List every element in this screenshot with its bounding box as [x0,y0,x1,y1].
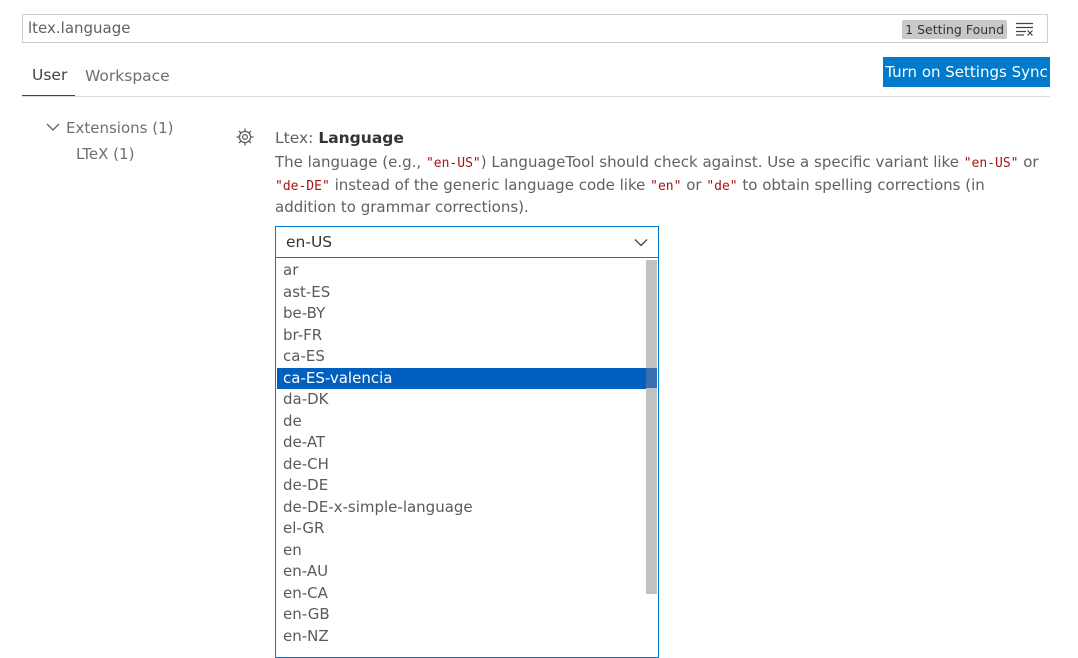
desc-text: instead of the generic language code lik… [329,175,651,194]
desc-code: "en" [650,178,682,194]
dropdown-option[interactable]: en-AU [277,561,657,582]
dropdown-option[interactable]: de-DE-x-simple-language [277,497,657,518]
desc-code: "en-US" [963,156,1019,171]
desc-text: or [1018,153,1039,171]
dropdown-option[interactable]: en-NZ [277,626,657,647]
tabs-divider [22,96,1050,97]
dropdown-option[interactable]: ast-ES [277,282,657,303]
turn-on-settings-sync-button[interactable]: Turn on Settings Sync [883,57,1050,87]
dropdown-option[interactable]: ca-ES [277,346,657,367]
dropdown-option[interactable]: en-CA [277,583,657,604]
dropdown-option[interactable]: be-BY [277,303,657,324]
dropdown-option[interactable]: en-GB [277,604,657,625]
dropdown-option[interactable]: ar [277,260,657,281]
dropdown-option[interactable]: en [277,540,657,561]
settings-search-input[interactable] [28,15,888,42]
setting-category: Ltex: [275,129,319,147]
desc-code: "de" [706,178,738,194]
setting-description: The language (e.g., "en-US") LanguageToo… [275,152,1040,219]
settings-search-box[interactable]: 1 Setting Found [22,14,1048,43]
gear-icon[interactable] [235,127,255,147]
desc-text: The language (e.g., [275,153,426,171]
desc-code: "de-DE" [275,178,330,194]
dropdown-option[interactable]: de [277,411,657,432]
results-count-badge: 1 Setting Found [902,20,1007,39]
dropdown-scrollbar[interactable] [646,260,657,594]
setting-name: Language [318,129,404,147]
toc-ltex[interactable]: LTeX (1) [76,145,134,163]
setting-title: Ltex: Language [275,129,404,147]
chevron-down-icon [634,239,648,247]
clear-filter-icon[interactable] [1016,22,1034,36]
chevron-down-icon[interactable] [46,122,60,132]
dropdown-option[interactable]: de-AT [277,432,657,453]
language-select[interactable]: en-US [275,226,659,258]
desc-code: "en-US" [425,156,481,171]
dropdown-option[interactable]: de-CH [277,454,657,475]
desc-text: or [681,175,707,194]
dropdown-option-highlighted[interactable]: ca-ES-valencia [277,367,657,389]
language-select-value: en-US [286,233,333,251]
toc-extensions[interactable]: Extensions (1) [66,119,173,137]
dropdown-option[interactable]: de-DE [277,475,657,496]
scrollbar-selection-marker [646,368,657,388]
dropdown-option[interactable]: br-FR [277,325,657,346]
tab-user[interactable]: User [32,66,67,84]
desc-text: ) LanguageTool should check against. Use… [480,153,964,171]
dropdown-option[interactable]: el-GR [277,518,657,539]
dropdown-option[interactable]: da-DK [277,389,657,410]
language-dropdown-list[interactable]: ar ast-ES be-BY br-FR ca-ES ca-ES-valenc… [275,258,659,658]
tab-workspace[interactable]: Workspace [85,67,170,85]
